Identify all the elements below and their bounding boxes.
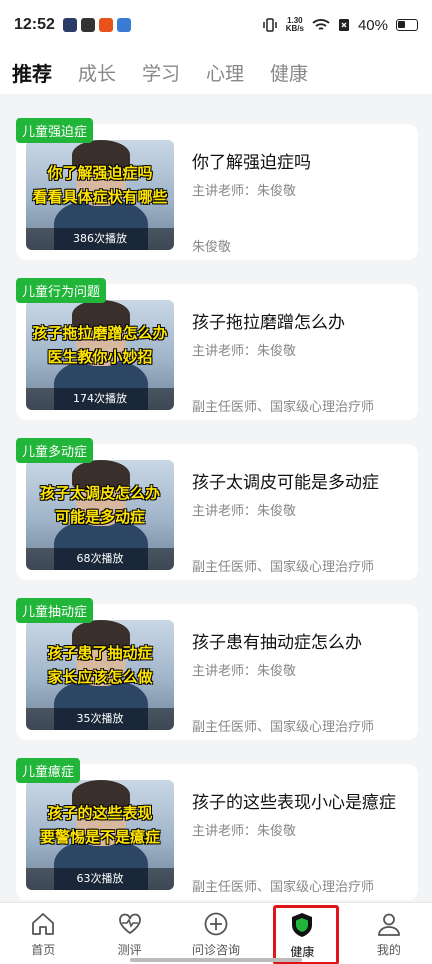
tab-psychology[interactable]: 心理 xyxy=(206,59,244,86)
thumbnail-caption: 孩子患了抽动症 xyxy=(47,644,153,662)
play-count: 35次播放 xyxy=(26,708,174,730)
thumbnail-caption: 孩子的这些表现 xyxy=(47,804,153,822)
status-time: 12:52 xyxy=(14,16,55,33)
thumbnail-caption: 孩子拖拉磨蹭怎么办 xyxy=(32,324,168,342)
tabbar-label: 问诊咨询 xyxy=(192,943,241,957)
app-notification-icon xyxy=(80,18,95,32)
teacher-description: 副主任医师、国家级心理治疗师 xyxy=(192,560,375,575)
category-tag: 儿童行为问题 xyxy=(16,278,107,303)
video-title: 孩子太调皮可能是多动症 xyxy=(192,473,379,493)
tabbar-label: 我的 xyxy=(376,943,401,957)
video-title: 孩子患有抽动症怎么办 xyxy=(192,633,362,653)
user-icon xyxy=(377,913,400,936)
wifi-icon xyxy=(312,19,330,30)
tabbar-item-assessment[interactable]: 测评 xyxy=(86,903,172,964)
teacher-description: 副主任医师、国家级心理治疗师 xyxy=(192,720,375,735)
play-count: 63次播放 xyxy=(26,868,174,890)
category-tag: 儿童癔症 xyxy=(16,758,81,783)
play-count: 68次播放 xyxy=(26,548,174,570)
tab-recommend[interactable]: 推荐 xyxy=(12,58,52,87)
app-notification-icon xyxy=(62,18,77,32)
network-speed: 1.30 KB/s xyxy=(285,16,304,33)
status-bar: 12:52 1.30 KB/s 40% xyxy=(0,0,432,50)
teacher-label: 主讲老师：朱俊敬 xyxy=(192,184,297,199)
no-sim-icon xyxy=(338,19,349,31)
video-title: 孩子拖拉磨蹭怎么办 xyxy=(192,313,345,333)
notification-icons xyxy=(62,18,131,32)
play-count: 174次播放 xyxy=(26,388,174,410)
app-notification-icon xyxy=(98,18,113,32)
teacher-description: 副主任医师、国家级心理治疗师 xyxy=(192,880,375,895)
play-count: 386次播放 xyxy=(26,228,174,250)
category-tag: 儿童多动症 xyxy=(16,438,94,463)
thumbnail-caption: 家长应该怎么做 xyxy=(47,668,153,686)
video-card[interactable]: 儿童癔症 孩子的这些表现 要警惕是不是癔症 63次播放 孩子的这些表现小心是癔症… xyxy=(16,758,418,900)
thumbnail-caption: 可能是多动症 xyxy=(54,508,145,526)
video-thumbnail[interactable]: 孩子太调皮怎么办 可能是多动症 68次播放 xyxy=(26,460,174,570)
plus-circle-icon xyxy=(204,912,228,936)
tabbar-item-home[interactable]: 首页 xyxy=(0,903,86,964)
tab-health[interactable]: 健康 xyxy=(270,59,308,86)
video-card[interactable]: 儿童行为问题 孩子拖拉磨蹭怎么办 医生教你小妙招 174次播放 孩子拖拉磨蹭怎么… xyxy=(16,278,418,420)
vibrate-icon xyxy=(262,18,277,32)
shield-icon xyxy=(292,913,313,937)
bottom-tab-bar: 首页 测评 问诊咨询 健康 我的 xyxy=(0,902,432,964)
video-thumbnail[interactable]: 孩子患了抽动症 家长应该怎么做 35次播放 xyxy=(26,620,174,730)
video-thumbnail[interactable]: 孩子拖拉磨蹭怎么办 医生教你小妙招 174次播放 xyxy=(26,300,174,410)
teacher-label: 主讲老师：朱俊敬 xyxy=(192,344,297,359)
category-tag: 儿童强迫症 xyxy=(16,118,94,143)
home-icon xyxy=(32,913,55,935)
video-card[interactable]: 儿童抽动症 孩子患了抽动症 家长应该怎么做 35次播放 孩子患有抽动症怎么办 主… xyxy=(16,598,418,740)
tab-growth[interactable]: 成长 xyxy=(78,59,116,86)
battery-percent: 40% xyxy=(357,16,388,34)
thumbnail-caption: 孩子太调皮怎么办 xyxy=(39,484,160,502)
teacher-description: 副主任医师、国家级心理治疗师 xyxy=(192,400,375,415)
thumbnail-caption: 看看具体症状有哪些 xyxy=(32,188,168,206)
tabbar-item-profile[interactable]: 我的 xyxy=(346,903,432,964)
tabbar-item-consult[interactable]: 问诊咨询 xyxy=(173,903,259,964)
category-tabs: 推荐 成长 学习 心理 健康 xyxy=(0,50,432,94)
teacher-label: 主讲老师：朱俊敬 xyxy=(192,664,297,679)
teacher-description: 朱俊敬 xyxy=(192,240,232,255)
tabbar-item-health[interactable]: 健康 xyxy=(259,903,345,964)
thumbnail-caption: 你了解强迫症吗 xyxy=(47,164,153,182)
heart-pulse-icon xyxy=(118,913,141,935)
teacher-label: 主讲老师：朱俊敬 xyxy=(192,824,297,839)
app-notification-icon xyxy=(116,18,131,32)
tabbar-label: 测评 xyxy=(117,943,142,957)
thumbnail-caption: 医生教你小妙招 xyxy=(47,348,153,366)
video-card[interactable]: 儿童强迫症 你了解强迫症吗 看看具体症状有哪些 386次播放 你了解强迫症吗 主… xyxy=(16,118,418,260)
tabbar-label: 首页 xyxy=(31,943,56,957)
category-tag: 儿童抽动症 xyxy=(16,598,94,623)
video-thumbnail[interactable]: 孩子的这些表现 要警惕是不是癔症 63次播放 xyxy=(26,780,174,890)
thumbnail-caption: 要警惕是不是癔症 xyxy=(39,828,160,846)
tab-study[interactable]: 学习 xyxy=(142,59,180,86)
battery-icon xyxy=(396,19,418,31)
teacher-label: 主讲老师：朱俊敬 xyxy=(192,504,297,519)
video-title: 孩子的这些表现小心是癔症 xyxy=(192,793,396,813)
video-title: 你了解强迫症吗 xyxy=(192,153,311,173)
video-card[interactable]: 儿童多动症 孩子太调皮怎么办 可能是多动症 68次播放 孩子太调皮可能是多动症 … xyxy=(16,438,418,580)
video-thumbnail[interactable]: 你了解强迫症吗 看看具体症状有哪些 386次播放 xyxy=(26,140,174,250)
home-indicator[interactable] xyxy=(130,958,302,962)
